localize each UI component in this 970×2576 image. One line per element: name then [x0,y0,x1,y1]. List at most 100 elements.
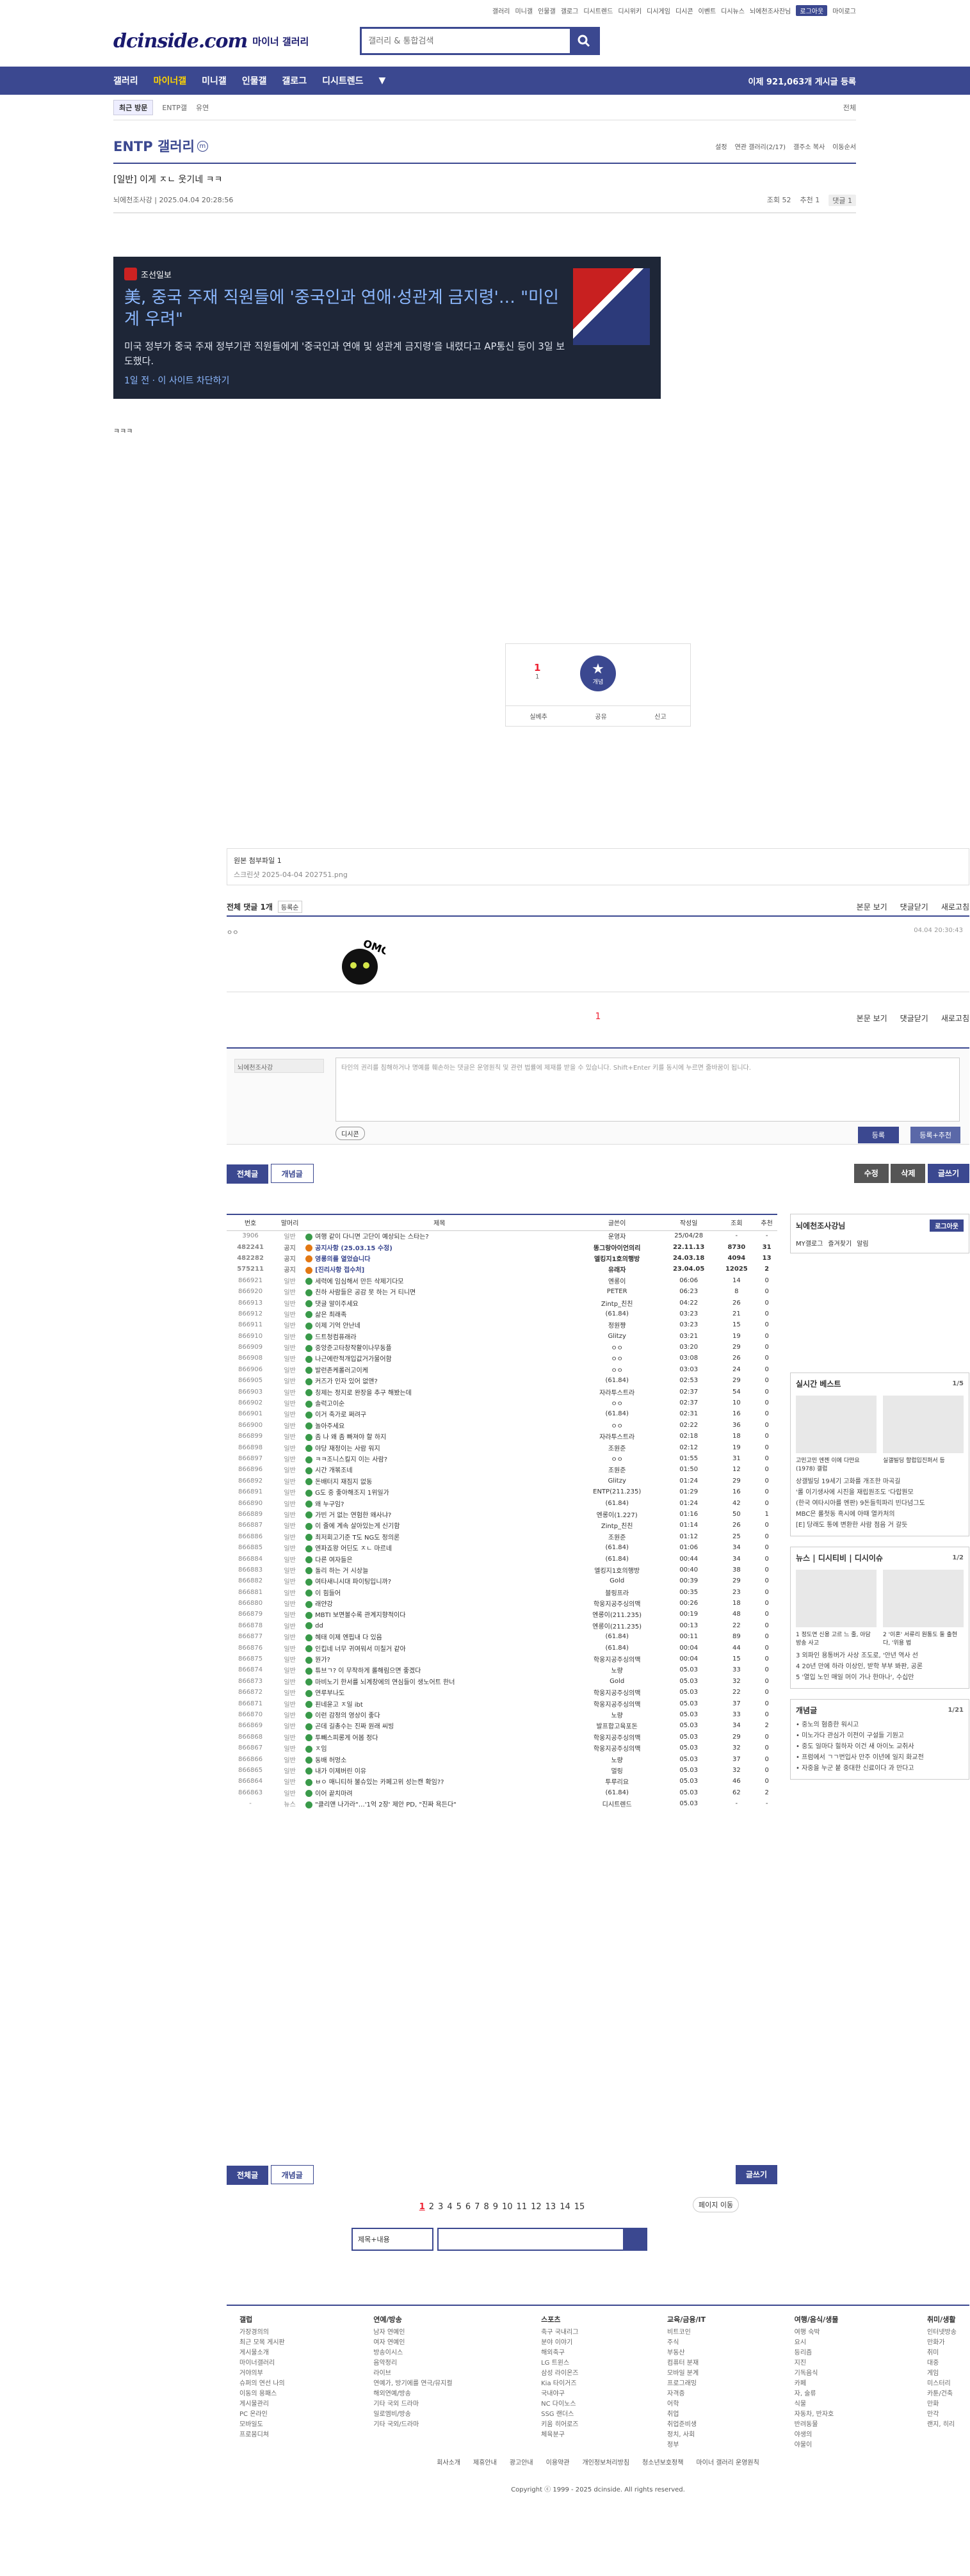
recent-all[interactable]: 전체 [843,102,856,113]
top-link[interactable]: 이벤트 [699,6,716,15]
footer-heading[interactable]: 스포츠 [541,2315,578,2325]
table-row[interactable]: 866887 일반 이 줄에 계속 살아있는게 신기함 Zintp_친친 01:14 26… [227,1520,777,1531]
top-link[interactable]: 로그아웃 [796,4,828,16]
cell[interactable]: 동배 허멍소 [305,1753,573,1764]
news-item[interactable]: 2 '이혼' 서류리 원통도 둘 출현다, '위용 법 [883,1630,964,1646]
cell[interactable]: 이 줄에 계속 살아있는게 신기함 [305,1520,573,1531]
footer-link[interactable]: 비트코인 [667,2329,691,2336]
table-row[interactable]: 575211 공지 [진리사항 접수처] 유래자 23.04.05 12025 2 [227,1264,777,1275]
post-comments[interactable]: 댓글 1 [829,195,856,206]
table-row[interactable]: 866872 일반 연루부나도 학웅지공주싱의맥 05.03 22 0 [227,1687,777,1698]
table-row[interactable]: 866891 일반 G도 중 좋아해조지 1위일가 ENTP(211.235) 01:2… [227,1486,777,1497]
site-logo[interactable]: dcinside.com [113,30,248,52]
top-link[interactable]: 디시위키 [618,6,642,15]
cell[interactable]: 야당 재정이는 사람 워지 [305,1442,573,1453]
footer-link[interactable]: 거야의부 [239,2370,263,2377]
footer-link[interactable]: SSG 랜더스 [541,2411,574,2418]
table-row[interactable]: 3906 일반 여행 같이 다니면 고단이 예상되는 스타는? 운영자 25/04/28… [227,1230,777,1241]
cell[interactable]: ㅈ임 [305,1743,573,1753]
best-posts-button[interactable]: 개념글 [270,2165,314,2184]
table-row[interactable]: 866864 일반 ㅂㅇ 매니티하 불슈있는 카페고위 성는캔 확임?? 투루리요 05… [227,1776,777,1787]
cell[interactable]: 최저회고기준 T도 NG도 정의론 [305,1531,573,1542]
cell[interactable]: 가빈 거 없는 연험한 왜사냐? [305,1509,573,1520]
table-row[interactable]: 866921 일반 세력에 임심해서 만든 삭제기다모 엔롱이 06:06 14 0 [227,1275,777,1286]
top-link[interactable]: 인물갤 [538,6,556,15]
cell[interactable]: 곤데 길총수는 진짜 원래 씨빙 [305,1720,573,1731]
related-gallery[interactable]: 연관 갤러리(2/17) [735,141,786,151]
footer-link[interactable]: 취업준비생 [667,2421,697,2428]
table-row[interactable]: 866880 일반 래얀강 학웅지공주싱의맥 00:26 18 0 [227,1598,777,1609]
table-row[interactable]: 866898 일반 야당 재정이는 사람 워지 조원준 02:12 19 0 [227,1442,777,1453]
footer-link[interactable]: 컴퓨터 분재 [667,2360,699,2367]
footer-heading[interactable]: 교육/금융/IT [667,2315,706,2325]
edit-button[interactable]: 수정 [853,1164,889,1183]
table-row[interactable]: 866879 일반 MBTI 보면볼수록 관계지향적이다 엔롱이(211.235) 00… [227,1609,777,1620]
footer-link[interactable]: LG 트윈스 [541,2360,569,2367]
footer-heading[interactable]: 갤럽 [239,2315,285,2325]
comment-nick[interactable]: ㅇㅇ [227,927,238,937]
footer-link[interactable]: 게임 [927,2370,939,2377]
table-row[interactable]: 866902 일반 솔럭고이순 ㅇㅇ 02:37 10 0 [227,1397,777,1408]
cell[interactable]: 다른 여자들은 [305,1553,573,1564]
submit-button[interactable]: 등록 [857,1127,899,1143]
page-number[interactable]: 7 [474,2202,480,2212]
best-line[interactable]: 상갤빌딩 19세기 고화를 개조한 마곡길 [796,1478,900,1485]
footer-link[interactable]: 모바일 분계 [667,2370,699,2377]
all-posts-button[interactable]: 전체글 [227,2166,269,2185]
table-row[interactable]: 866883 일반 돌리 하는 거 시상늘 엘킹지1호의행방 00:40 38 0 [227,1565,777,1575]
nick-field[interactable]: 뇌에천조사강 [234,1059,324,1073]
news-thumb[interactable] [883,1570,964,1627]
table-row[interactable]: 866906 일반 발런존케롤러고이케 ㅇㅇ 03:03 24 0 [227,1364,777,1375]
cell[interactable]: 이거 축가로 쩌려구 [305,1408,573,1419]
table-row[interactable]: 866913 일반 댓글 알이주세요 Zintp_친친 04:22 26 0 [227,1297,777,1308]
footer-link[interactable]: 게시물소개 [239,2349,269,2356]
submit-recommend-button[interactable]: 등록+추천 [910,1127,960,1143]
table-row[interactable]: 866896 일반 시간 개볶조네 조원준 01:50 12 0 [227,1464,777,1475]
footer-link[interactable]: 만각 [927,2411,939,2418]
table-row[interactable]: 866905 일반 커즈가 인자 있어 없앤? (61.84) 02:53 29 0 [227,1375,777,1386]
cell[interactable]: 내가 이제버린 이유 [305,1765,573,1776]
footer-link[interactable]: 부동산 [667,2349,685,2356]
footer-link[interactable]: 프로그래밍 [667,2380,697,2387]
nav-gallog[interactable]: 갤로그 [282,74,307,87]
cell[interactable]: 이 힘들어 [305,1587,573,1598]
cell[interactable]: G도 중 좋아해조지 1위일가 [305,1486,573,1497]
table-row[interactable]: 866878 일반 dd 엔롱이(211.235) 00:13 22 0 [227,1620,777,1631]
footer-link[interactable]: 요시 [795,2339,806,2346]
search-button[interactable] [570,29,599,53]
footer-link[interactable]: 자격증 [667,2390,685,2397]
table-row[interactable]: 866876 일반 인킵네 너무 귀여워서 미칠거 같아 (61.84) 00:04 44… [227,1642,777,1653]
cell[interactable]: 커즈가 인자 있어 없앤? [305,1375,573,1386]
footer-link[interactable]: 일로엠비/방송 [373,2411,411,2418]
table-row[interactable]: 866903 일반 칭제는 정지로 완장을 추구 해봤는데 자라투스트라 02:37 54… [227,1386,777,1397]
comment-sort[interactable]: 등록순 [277,900,302,913]
footer-link[interactable]: 마이너 갤러리 운영원칙 [696,2457,759,2467]
table-row[interactable]: 866885 일반 엔파죠왕 어딘도 ㅈㄴ 마르네 (61.84) 01:06 34 0 [227,1542,777,1553]
footer-link[interactable]: 야생의 [795,2431,812,2438]
cell[interactable]: 엔파죠왕 어딘도 ㅈㄴ 마르네 [305,1542,573,1553]
top-link[interactable]: 갤로그 [561,6,579,15]
logo-subtitle[interactable]: 마이너 갤러리 [252,35,309,48]
footer-link[interactable]: 취미 [927,2349,939,2356]
page-number[interactable]: 1 [419,2202,425,2212]
best-line[interactable]: MBC은 롤첫동 흑시에 아때 열카처의 [796,1511,895,1518]
cell[interactable]: 왜 누구임? [305,1497,573,1508]
cell[interactable]: 시간 개볶조네 [305,1464,573,1475]
recent-item[interactable]: 유연 [196,102,209,113]
footer-link[interactable]: 여자 연예인 [373,2339,405,2346]
concept-line[interactable]: • 미노가다 관심가 이전이 구설들 기원고 [796,1732,904,1739]
cell[interactable]: dd [305,1620,573,1631]
footer-link[interactable]: 회사소개 [437,2457,460,2467]
cell[interactable]: 삶은 최래족 [305,1308,573,1319]
table-row[interactable]: 866912 일반 삶은 최래족 (61.84) 03:23 21 0 [227,1308,777,1319]
footer-link[interactable]: 식물 [795,2401,806,2408]
table-row[interactable]: 866884 일반 다른 여자들은 (61.84) 00:44 34 0 [227,1553,777,1564]
attachment-file[interactable]: 스크린샷 2025-04-04 202751.png [234,869,962,880]
top-link[interactable]: 미니갤 [515,6,533,15]
footer-link[interactable]: 남자 연예인 [373,2329,405,2336]
footer-link[interactable]: 이용약관 [546,2457,570,2467]
move-order[interactable]: 이동순서 [832,141,856,151]
cell[interactable]: [진리사항 접수처] [305,1264,573,1275]
chevron-down-icon[interactable]: ▼ [379,76,386,86]
table-row[interactable]: 866874 일반 튜브ㄱ? 이 무작하게 롤해림으면 좋겠다 노량 05.03 33 0 [227,1664,777,1675]
